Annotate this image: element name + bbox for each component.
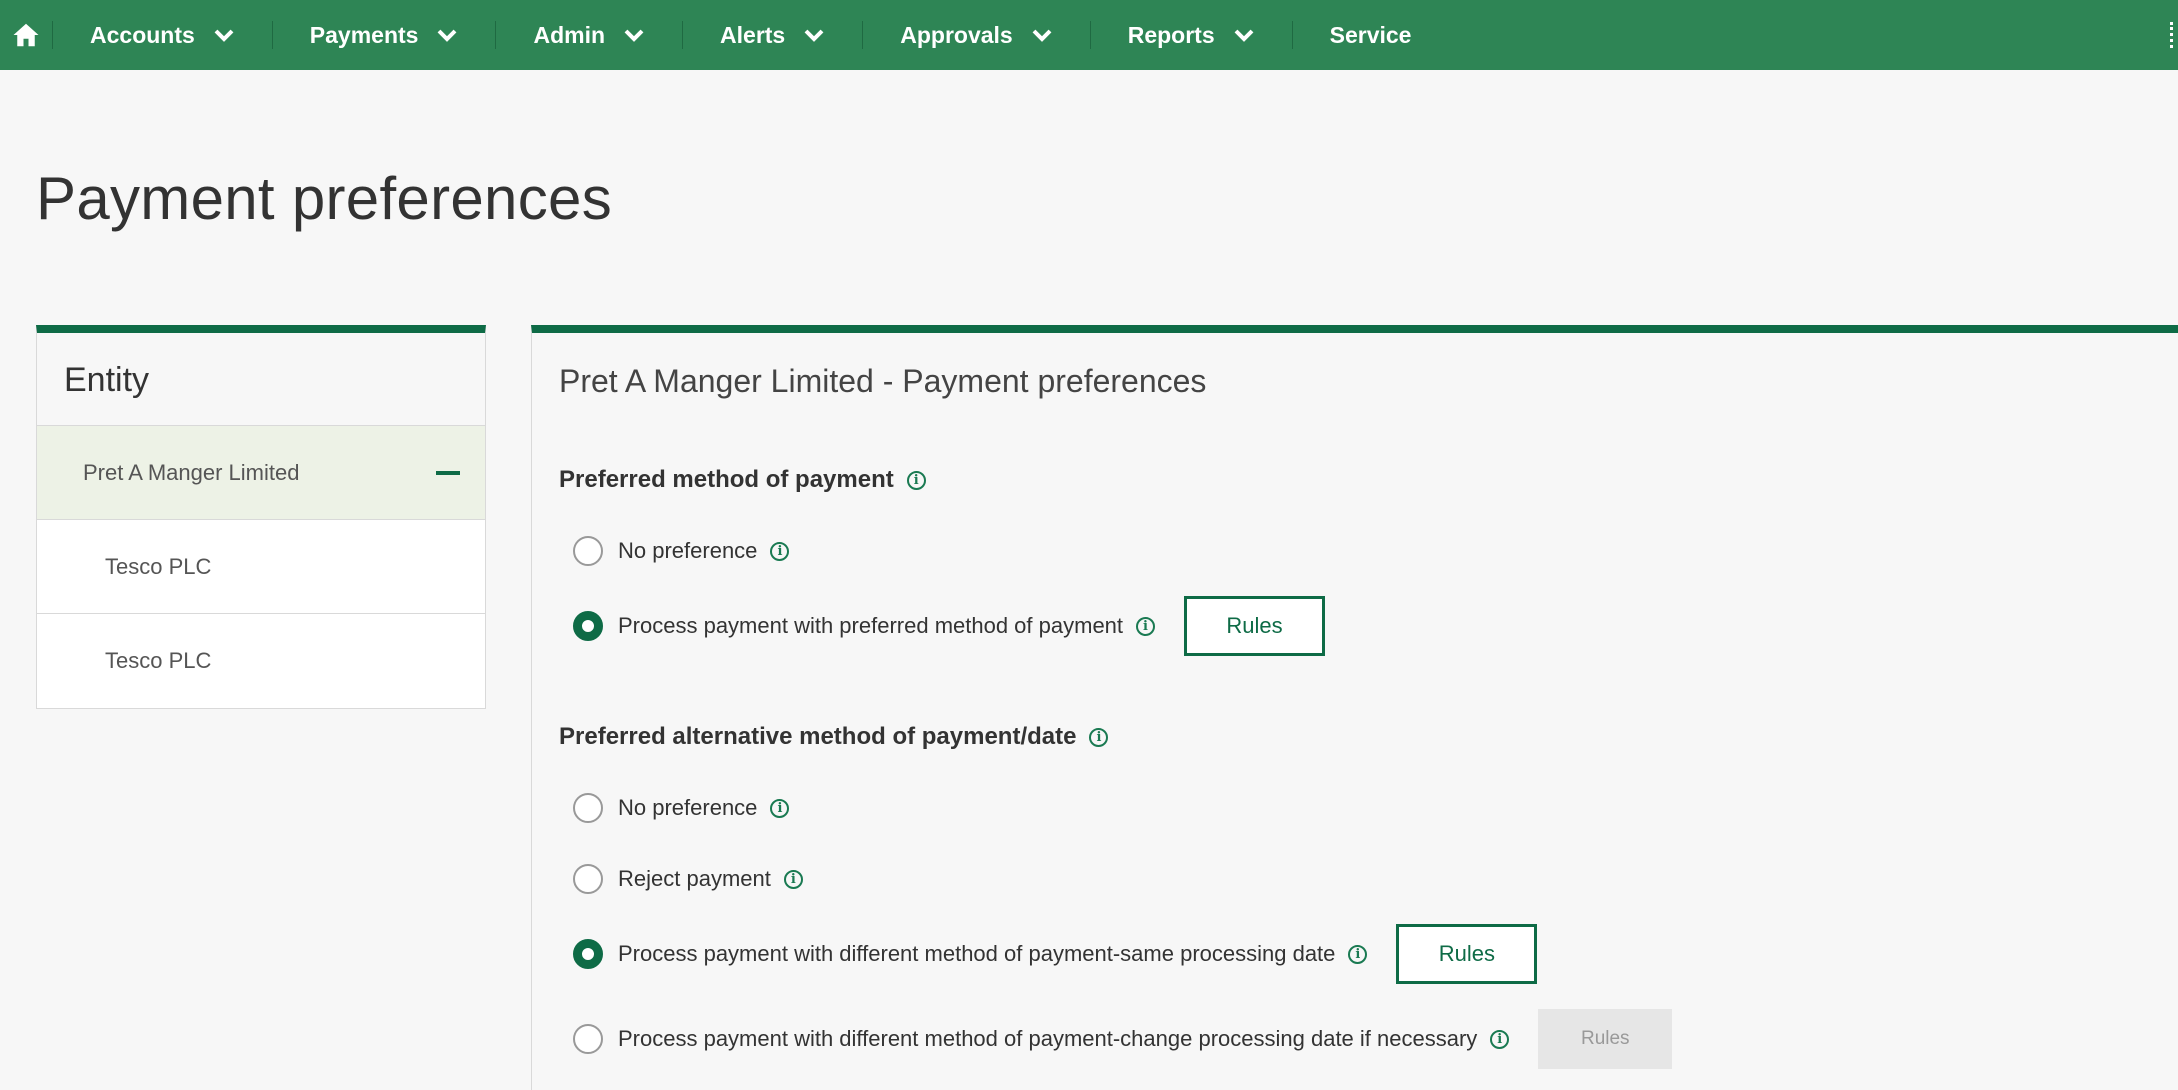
option-label: No preference [618, 795, 758, 820]
chevron-down-icon [438, 29, 457, 42]
alternative-option-change-date[interactable]: Process payment with different method of… [573, 1009, 1673, 1069]
entity-item-label: Tesco PLC [105, 553, 212, 579]
chevron-down-icon [214, 29, 234, 42]
rules-button[interactable]: Rules [1396, 924, 1538, 984]
radio-button-selected[interactable] [573, 939, 603, 969]
radio-button[interactable] [573, 864, 603, 894]
radio-button[interactable] [573, 1024, 603, 1054]
nav-service-label: Service [1329, 21, 1412, 48]
nav-reports[interactable]: Reports [1091, 0, 1292, 70]
info-icon[interactable]: i [783, 869, 803, 889]
option-label: Reject payment [618, 866, 771, 891]
nav-alerts[interactable]: Alerts [683, 0, 862, 70]
alternative-option-reject-payment[interactable]: Reject payment i [573, 864, 803, 894]
radio-button-selected[interactable] [573, 611, 603, 641]
nav-admin[interactable]: Admin [496, 0, 682, 70]
nav-accounts[interactable]: Accounts [53, 0, 272, 70]
info-icon[interactable]: i [1136, 616, 1156, 636]
info-icon[interactable]: i [1089, 727, 1109, 747]
preferred-option-process-preferred[interactable]: Process payment with preferred method of… [573, 596, 1326, 656]
option-label: Process payment with different method of… [618, 1026, 1478, 1051]
section-title-label: Preferred method of payment [559, 466, 894, 493]
radio-button[interactable] [573, 536, 603, 566]
nav-admin-label: Admin [533, 21, 606, 48]
chevron-down-icon [1234, 29, 1254, 42]
preferred-method-heading: Preferred method of payment i [559, 466, 926, 494]
entity-item-tesco[interactable]: Tesco PLC [37, 614, 485, 708]
radio-button[interactable] [573, 793, 603, 823]
info-icon[interactable]: i [770, 798, 790, 818]
entity-item-pret-a-manger[interactable]: Pret A Manger Limited [37, 426, 485, 520]
alternative-method-heading: Preferred alternative method of payment/… [559, 723, 1109, 751]
section-title-label: Preferred alternative method of payment/… [559, 723, 1077, 750]
nav-reports-label: Reports [1127, 21, 1215, 48]
nav-alerts-label: Alerts [720, 21, 786, 48]
nav-approvals-label: Approvals [900, 21, 1013, 48]
panel-title: Pret A Manger Limited - Payment preferen… [559, 363, 1207, 399]
entity-panel: Entity Pret A Manger Limited Tesco PLC T… [36, 325, 486, 709]
entity-item-label: Pret A Manger Limited [83, 459, 300, 485]
home-button[interactable] [0, 0, 52, 70]
alternative-option-same-date[interactable]: Process payment with different method of… [573, 924, 1538, 984]
more-menu-icon[interactable] [2170, 22, 2178, 48]
info-icon[interactable]: i [906, 470, 926, 490]
nav-payments-label: Payments [309, 21, 419, 48]
chevron-down-icon [1032, 29, 1052, 42]
info-icon[interactable]: i [770, 541, 790, 561]
nav-service[interactable]: Service [1293, 0, 1449, 70]
payment-preferences-panel: Pret A Manger Limited - Payment preferen… [531, 325, 2178, 1090]
info-icon[interactable]: i [1348, 944, 1368, 964]
collapse-icon[interactable] [436, 471, 460, 475]
home-icon [13, 23, 39, 47]
entity-heading: Entity [37, 333, 485, 426]
chevron-down-icon [624, 29, 644, 42]
nav-approvals[interactable]: Approvals [863, 0, 1089, 70]
page-title: Payment preferences [36, 165, 612, 232]
entity-item-label: Tesco PLC [105, 648, 212, 673]
rules-button[interactable]: Rules [1184, 596, 1326, 656]
option-label: No preference [618, 538, 758, 563]
info-icon[interactable]: i [1490, 1029, 1510, 1049]
chevron-down-icon [804, 29, 824, 42]
entity-item-tesco[interactable]: Tesco PLC [37, 520, 485, 614]
preferred-option-no-preference[interactable]: No preference i [573, 536, 790, 566]
option-label: Process payment with different method of… [618, 941, 1336, 966]
nav-accounts-label: Accounts [90, 21, 195, 48]
rules-button-disabled: Rules [1538, 1009, 1673, 1069]
option-label: Process payment with preferred method of… [618, 613, 1124, 638]
nav-payments[interactable]: Payments [273, 0, 496, 70]
alternative-option-no-preference[interactable]: No preference i [573, 793, 790, 823]
top-navigation: Accounts Payments Admin Alerts Approvals… [0, 0, 2178, 70]
